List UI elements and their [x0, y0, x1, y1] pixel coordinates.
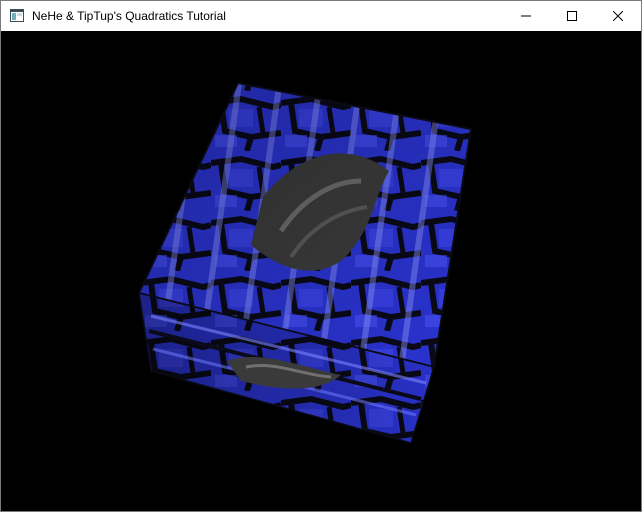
opengl-viewport[interactable] [1, 31, 641, 511]
maximize-icon [567, 11, 577, 21]
textured-cube [137, 81, 473, 444]
minimize-button[interactable] [503, 1, 549, 31]
close-button[interactable] [595, 1, 641, 31]
title-bar[interactable]: NeHe & TipTup's Quadratics Tutorial [1, 1, 641, 31]
window-title: NeHe & TipTup's Quadratics Tutorial [32, 9, 226, 23]
application-window: NeHe & TipTup's Quadratics Tutorial [0, 0, 642, 512]
application-window-icon [10, 9, 24, 22]
minimize-icon [521, 15, 531, 17]
close-icon [613, 11, 623, 21]
maximize-button[interactable] [549, 1, 595, 31]
